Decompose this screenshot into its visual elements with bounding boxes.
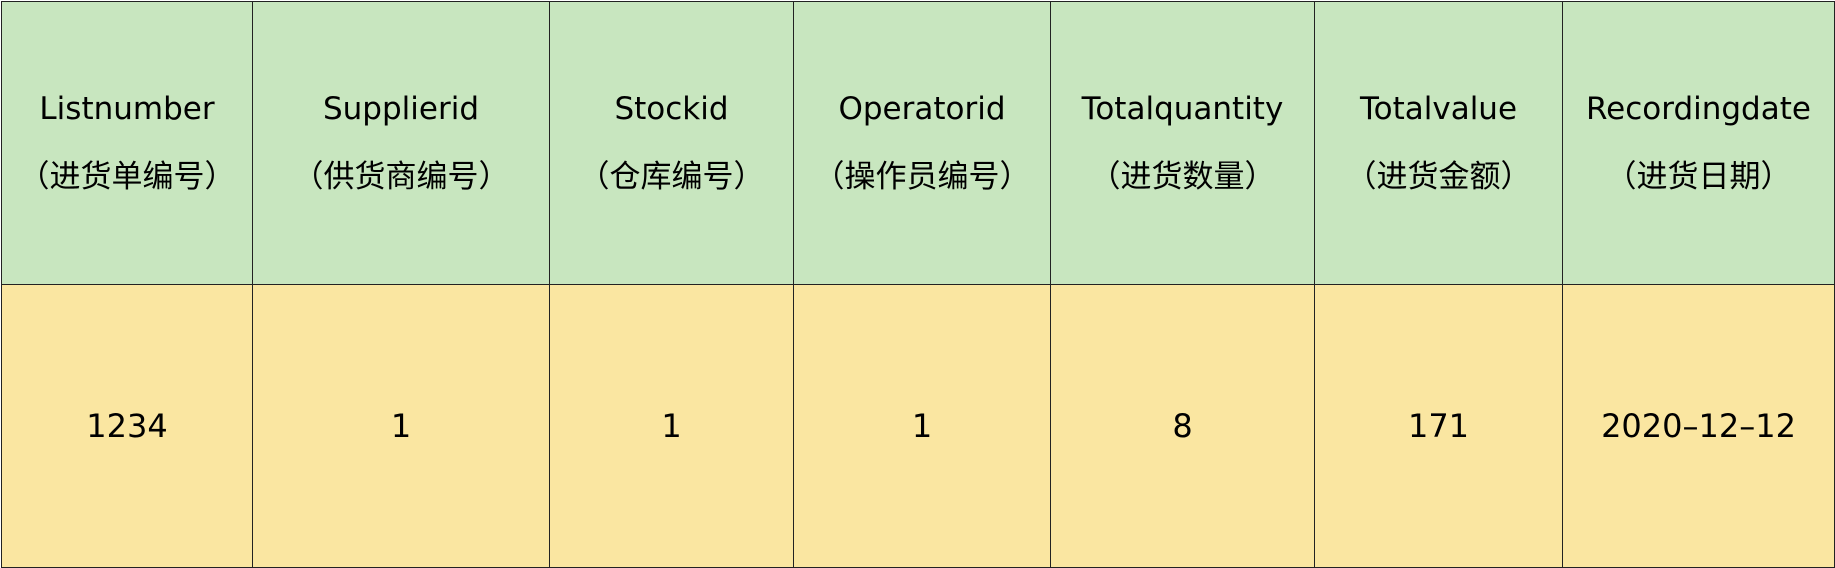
column-header-zh: （进货日期） [1605,159,1792,195]
cell-listnumber: 1234 [1,284,253,568]
column-header-en: Recordingdate [1586,91,1811,127]
column-header-en: Totalvalue [1359,91,1518,127]
cell-totalvalue: 171 [1314,284,1563,568]
column-header-totalquantity: Totalquantity （进货数量） [1050,1,1315,285]
column-header-supplierid: Supplierid （供货商编号） [252,1,550,285]
column-header-en: Totalquantity [1081,91,1284,127]
cell-operatorid: 1 [793,284,1051,568]
column-header-totalvalue: Totalvalue （进货金额） [1314,1,1563,285]
column-header-zh: （仓库编号） [578,159,765,195]
purchase-list-table: Listnumber （进货单编号） Supplierid （供货商编号） St… [1,1,1835,568]
cell-stockid: 1 [549,284,794,568]
column-header-zh: （进货单编号） [18,159,236,195]
table-header-row: Listnumber （进货单编号） Supplierid （供货商编号） St… [1,1,1835,285]
cell-supplierid: 1 [252,284,550,568]
column-header-zh: （进货金额） [1345,159,1532,195]
table-row: 1234 1 1 1 8 171 2020–12–12 [1,284,1835,568]
column-header-en: Operatorid [838,91,1006,127]
column-header-en: Supplierid [322,91,479,127]
column-header-zh: （进货数量） [1089,159,1276,195]
column-header-zh: （操作员编号） [813,159,1031,195]
column-header-zh: （供货商编号） [292,159,510,195]
cell-totalquantity: 8 [1050,284,1315,568]
column-header-listnumber: Listnumber （进货单编号） [1,1,253,285]
cell-recordingdate: 2020–12–12 [1562,284,1835,568]
column-header-en: Stockid [614,91,729,127]
column-header-operatorid: Operatorid （操作员编号） [793,1,1051,285]
column-header-recordingdate: Recordingdate （进货日期） [1562,1,1835,285]
purchase-list-table-container: Listnumber （进货单编号） Supplierid （供货商编号） St… [0,0,1835,568]
column-header-stockid: Stockid （仓库编号） [549,1,794,285]
column-header-en: Listnumber [39,91,215,127]
